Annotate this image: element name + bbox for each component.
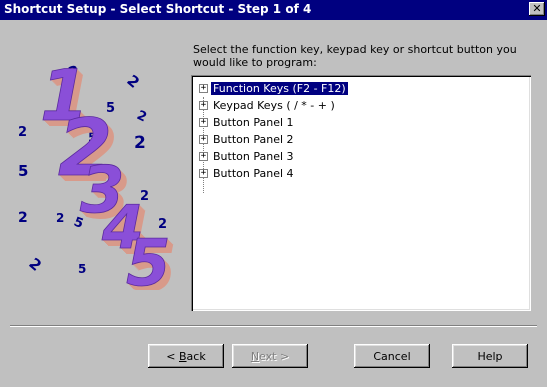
scatter-digit: 2 (134, 133, 146, 153)
next-button-label: Next > (250, 349, 290, 363)
back-button-label: < Back (166, 349, 206, 363)
close-icon: ✕ (532, 2, 542, 15)
tree-item-label: Keypad Keys ( / * - + ) (213, 98, 335, 112)
scatter-digit: 2 (18, 125, 27, 140)
tree-item-label: Button Panel 1 (213, 115, 294, 129)
tree-item-label: Button Panel 3 (213, 149, 294, 163)
scatter-digit: 5 (78, 262, 86, 276)
tree-item-label: Button Panel 4 (213, 166, 294, 180)
cancel-button[interactable]: Cancel (354, 344, 430, 368)
tree-item[interactable]: + Button Panel 2 (199, 131, 296, 147)
tree-item[interactable]: + Function Keys (F2 - F12) (199, 80, 349, 96)
expand-icon[interactable]: + (199, 83, 208, 93)
expand-icon[interactable]: + (199, 100, 208, 110)
digit-glyph: 5 (126, 227, 171, 290)
scatter-digit: 2 (56, 211, 64, 225)
tree-item[interactable]: + Button Panel 4 (199, 165, 296, 181)
scatter-digit: 2 (25, 254, 45, 274)
window-title: Shortcut Setup - Select Shortcut - Step … (4, 2, 312, 16)
tree-item[interactable]: + Keypad Keys ( / * - + ) (199, 97, 337, 113)
tree-item-label: Function Keys (F2 - F12) (210, 80, 349, 96)
expand-icon[interactable]: + (199, 168, 208, 178)
tree-item-label: Button Panel 2 (213, 132, 294, 146)
expand-icon[interactable]: + (199, 117, 208, 127)
back-button[interactable]: < Back (148, 344, 224, 368)
button-separator (10, 325, 537, 327)
scatter-digit: 5 (18, 162, 28, 180)
wizard-illustration: 2 25 22 5 2522 2 5 22 5 111111122222223333333444… (18, 55, 177, 290)
shortcut-setup-dialog: Shortcut Setup - Select Shortcut - Step … (0, 0, 547, 387)
help-button-label: Help (477, 349, 503, 363)
close-button[interactable]: ✕ (529, 2, 545, 16)
cancel-button-label: Cancel (373, 349, 411, 363)
next-button[interactable]: Next > (232, 344, 308, 368)
tree-item[interactable]: + Button Panel 3 (199, 148, 296, 164)
scatter-digit: 2 (134, 108, 149, 125)
expand-icon[interactable]: + (199, 134, 208, 144)
instructions-text: Select the function key, keypad key or s… (193, 43, 517, 69)
tree-item[interactable]: + Button Panel 1 (199, 114, 296, 130)
title-bar: Shortcut Setup - Select Shortcut - Step … (0, 0, 547, 20)
scatter-digit: 2 (18, 210, 28, 226)
shortcut-tree[interactable]: + Function Keys (F2 - F12) + Keypad Keys ( … (191, 75, 531, 311)
help-button[interactable]: Help (452, 344, 528, 368)
expand-icon[interactable]: + (199, 151, 208, 161)
scatter-digit: 2 (123, 71, 143, 91)
